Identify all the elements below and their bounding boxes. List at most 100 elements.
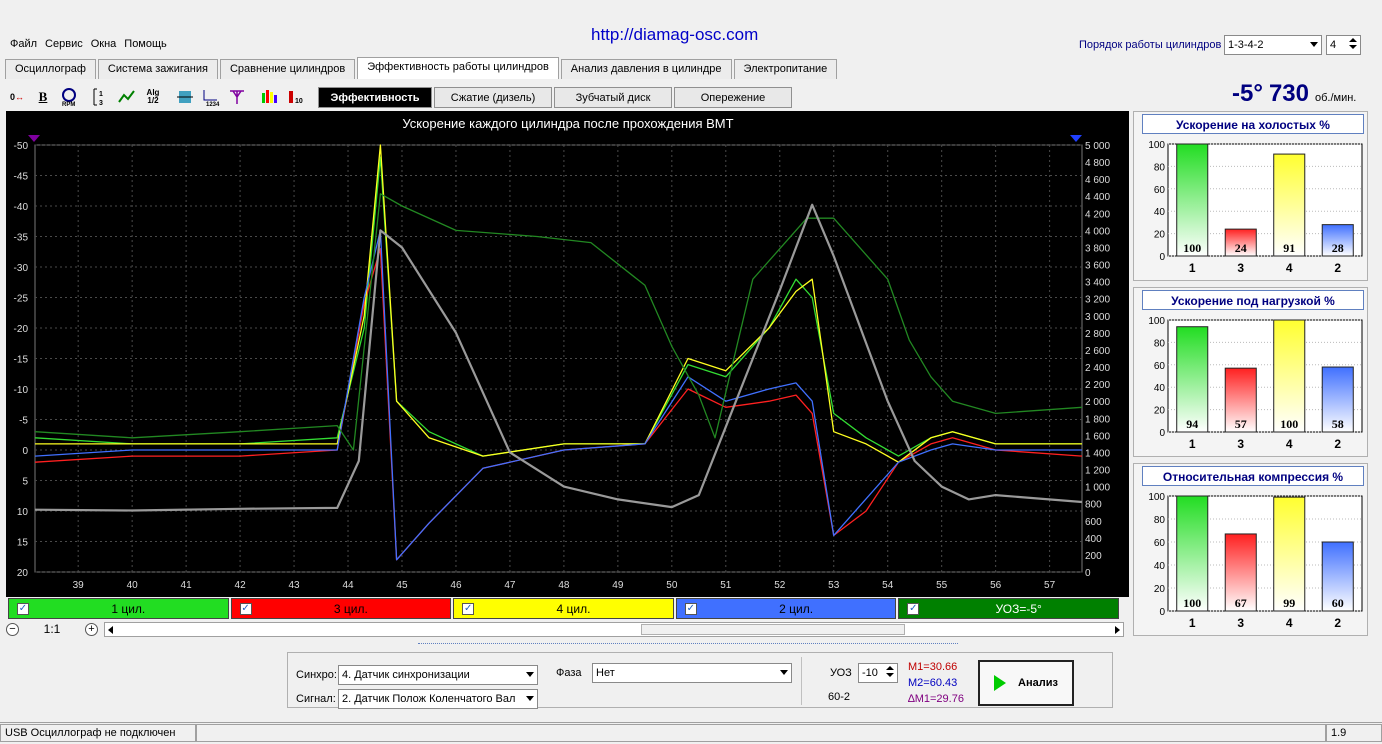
x-tick: 52 (774, 580, 786, 591)
y-right-tick: 2 000 (1085, 397, 1110, 408)
y-right-tick: 1 800 (1085, 414, 1110, 425)
menu-help[interactable]: Помощь (124, 38, 167, 54)
x-tick: 39 (73, 580, 85, 591)
tab-oscilloscope[interactable]: Осциллограф (5, 59, 96, 79)
marker-m1: M1=30.66 (908, 661, 958, 673)
chevron-down-icon (1310, 42, 1318, 47)
algorithm-icon[interactable]: Alg 1/2 (142, 86, 164, 108)
bold-icon[interactable]: B (32, 86, 54, 108)
y-left-tick: -40 (14, 202, 29, 213)
x-tick: 51 (720, 580, 732, 591)
y-right-tick: 2 600 (1085, 346, 1110, 357)
legend-label: УОЗ=-5° (995, 601, 1042, 616)
analyze-button[interactable]: Анализ (978, 660, 1074, 706)
sync-select[interactable]: 4. Датчик синхронизации (338, 665, 538, 685)
zoom-out-icon[interactable]: − (6, 622, 19, 636)
y-right-tick: 3 800 (1085, 243, 1110, 254)
checkbox-icon[interactable]: ✓ (907, 602, 920, 615)
cylinder-icon[interactable]: 10 (284, 86, 306, 108)
subtab-tooth-disk[interactable]: Зубчатый диск (554, 87, 672, 108)
divider (801, 657, 802, 705)
acceleration-chart[interactable]: Ускорение каждого цилиндра после прохожд… (6, 111, 1129, 597)
bar-y-tick: 40 (1154, 383, 1166, 394)
graph-icon[interactable] (116, 86, 138, 108)
x-tick: 50 (666, 580, 678, 591)
svg-text:1: 1 (99, 91, 103, 98)
tab-power-supply[interactable]: Электропитание (733, 59, 838, 79)
rpm-value: 730 (1268, 80, 1309, 107)
y-right-tick: 4 000 (1085, 226, 1110, 237)
legend-cyl-2[interactable]: ✓ 2 цил. (675, 598, 897, 619)
right-panel: Ускорение на холостых % 100 80 60 40 20 0 100 1… (1133, 111, 1368, 636)
tab-compare-cylinders[interactable]: Сравнение цилиндров (219, 59, 356, 79)
tab-cylinder-pressure[interactable]: Анализ давления в цилиндре (560, 59, 732, 79)
subtab-efficiency[interactable]: Эффективность (318, 87, 432, 108)
legend-cyl-3[interactable]: ✓ 3 цил. (230, 598, 452, 619)
bar-y-tick: 40 (1154, 207, 1166, 218)
checkbox-icon[interactable]: ✓ (462, 602, 475, 615)
legend-label: 3 цил. (333, 601, 368, 616)
chart-title: Ускорение каждого цилиндра после прохожд… (402, 116, 733, 131)
x-tick: 54 (882, 580, 894, 591)
horizontal-scrollbar[interactable] (104, 622, 1124, 637)
compression-bars: 100 80 60 40 20 0 100 1 67 3 99 4 60 2 (1148, 492, 1363, 630)
x-tick: 49 (612, 580, 624, 591)
menu-file[interactable]: Файл (10, 38, 37, 54)
uoz-stepper[interactable]: -10 (858, 663, 898, 683)
menu-windows[interactable]: Окна (91, 38, 117, 54)
ignition-rpm-readout: -5° 730 об./мин. (1232, 80, 1356, 108)
checkbox-icon[interactable]: ✓ (239, 602, 252, 615)
bar-y-tick: 0 (1159, 607, 1165, 618)
tab-cylinder-efficiency[interactable]: Эффективность работы цилиндров (357, 57, 559, 79)
bar-y-tick: 80 (1154, 338, 1166, 349)
checkbox-icon[interactable]: ✓ (17, 602, 29, 615)
signal-select[interactable]: 2. Датчик Полож Коленчатого Вал (338, 689, 538, 709)
version-label: 1.9 (1326, 724, 1382, 742)
phase-select[interactable]: Нет (592, 663, 792, 683)
cylinder-count-stepper[interactable]: 4 (1326, 35, 1361, 55)
menu-service[interactable]: Сервис (45, 38, 83, 54)
bar-y-tick: 60 (1154, 538, 1166, 549)
svg-text:1234: 1234 (206, 102, 220, 107)
bar-y-tick: 80 (1154, 162, 1166, 173)
bar-cyl-4 (1273, 496, 1306, 612)
bar-cylinder-label: 1 (1189, 261, 1196, 275)
bar-cylinder-label: 3 (1237, 616, 1244, 630)
numbering-icon[interactable]: 13 (90, 86, 112, 108)
phase-shift-icon[interactable]: 0 ↔ (6, 86, 28, 108)
scroll-thumb[interactable] (641, 624, 905, 635)
svg-text:RPM: RPM (62, 102, 75, 107)
legend-cyl-1[interactable]: ✓ 1 цил. (8, 598, 229, 619)
marker-icon[interactable] (226, 86, 248, 108)
bar-y-tick: 20 (1154, 584, 1166, 595)
y-right-tick: 600 (1085, 517, 1102, 528)
x-tick: 43 (288, 580, 300, 591)
splitter[interactable] (418, 643, 958, 649)
scroll-right-icon[interactable] (1115, 626, 1120, 634)
bar-cyl-1 (1176, 495, 1209, 612)
legend-cyl-4[interactable]: ✓ 4 цил. (453, 598, 674, 619)
y-right-tick: 400 (1085, 534, 1102, 545)
sync-label: Синхро: (296, 669, 337, 681)
spin-arrows-icon[interactable] (884, 665, 896, 681)
x-tick: 42 (235, 580, 247, 591)
chart-bars-icon[interactable] (258, 86, 280, 108)
bar-cyl-4 (1273, 319, 1306, 433)
site-url[interactable]: http://diamag-osc.com (591, 25, 758, 45)
cylinder-order-select[interactable]: 1-3-4-2 (1224, 35, 1322, 55)
filter-icon[interactable] (174, 86, 196, 108)
subtab-advance[interactable]: Опережение (674, 87, 792, 108)
bar-y-tick: 100 (1148, 492, 1165, 503)
legend-label: 4 цил. (556, 601, 591, 616)
checkbox-icon[interactable]: ✓ (684, 602, 697, 615)
zoom-in-icon[interactable]: + (85, 622, 98, 636)
subtab-compression-diesel[interactable]: Сжатие (дизель) (434, 87, 552, 108)
spin-arrows-icon[interactable] (1347, 37, 1359, 53)
marker-left-icon (28, 135, 40, 142)
bar-y-tick: 20 (1154, 230, 1166, 241)
number-axis-icon[interactable]: 1234 (200, 86, 222, 108)
rpm-icon[interactable]: RPM (58, 86, 80, 108)
scroll-left-icon[interactable] (108, 626, 113, 634)
tab-ignition[interactable]: Система зажигания (97, 59, 218, 79)
legend-uoz[interactable]: ✓ УОЗ=-5° (898, 598, 1119, 619)
